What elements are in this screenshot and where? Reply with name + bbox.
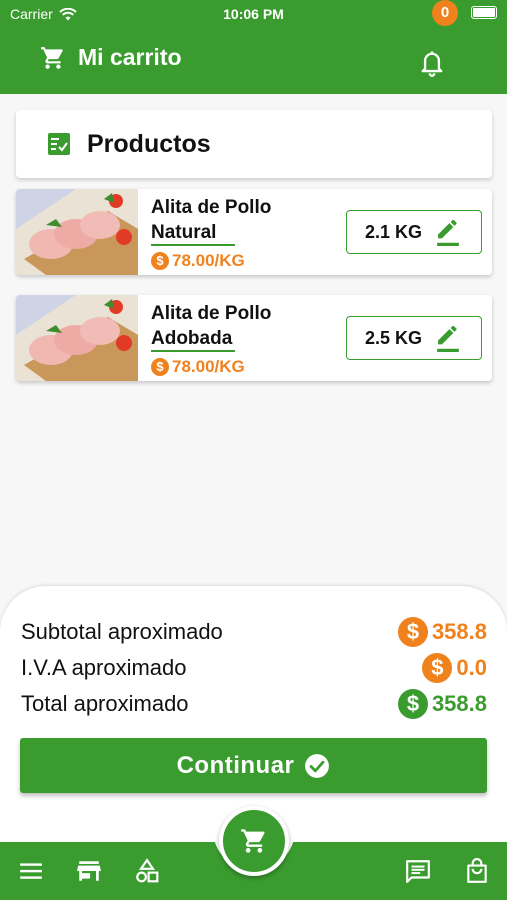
- total-label: Total aproximado: [21, 691, 189, 716]
- continue-button[interactable]: Continuar: [20, 738, 487, 793]
- cart-icon: [41, 46, 63, 69]
- dollar-coin-icon: $: [397, 617, 428, 647]
- app-bar: Mi carrito: [0, 28, 507, 94]
- name-underline: [151, 244, 235, 246]
- quantity-value: 2.5 KG: [365, 327, 423, 348]
- dollar-coin-icon: $: [151, 358, 169, 376]
- product-image: [16, 295, 138, 381]
- bag-icon[interactable]: [464, 858, 490, 884]
- product-card[interactable]: Alita de Pollo Adobada $ 78.00/KG 2.5 KG: [16, 295, 492, 381]
- price-value: 78.00/KG: [172, 357, 245, 376]
- dollar-coin-icon: $: [397, 689, 428, 719]
- pencil-icon: [437, 326, 459, 352]
- chat-icon[interactable]: [405, 858, 431, 884]
- battery-icon: [471, 6, 497, 19]
- cart-fab-button[interactable]: [219, 806, 289, 876]
- total-row: Total aproximado $ 358.8: [21, 688, 487, 720]
- products-header-card: Productos: [16, 110, 492, 178]
- dollar-coin-icon: $: [151, 252, 169, 270]
- product-card[interactable]: Alita de Pollo Natural $ 78.00/KG 2.1 KG: [16, 189, 492, 275]
- iva-value-group: $ 0.0: [422, 653, 487, 683]
- dollar-coin-icon: $: [422, 653, 453, 683]
- notification-badge: 0: [432, 0, 458, 26]
- clock: 10:06 PM: [223, 6, 284, 22]
- menu-icon[interactable]: [18, 858, 44, 884]
- total-value-group: $ 358.8: [397, 689, 487, 719]
- name-underline: [151, 350, 235, 352]
- product-name: Alita de Pollo Natural: [151, 197, 272, 243]
- check-circle-icon: [305, 753, 330, 778]
- bell-icon: [421, 51, 443, 77]
- categories-icon[interactable]: [134, 858, 160, 884]
- subtotal-value-group: $ 358.8: [397, 617, 487, 647]
- checklist-icon: [48, 133, 70, 155]
- continue-label: Continuar: [176, 751, 295, 779]
- notifications-button[interactable]: [418, 48, 446, 78]
- section-title: Productos: [87, 129, 211, 158]
- iva-value: 0.0: [456, 655, 487, 680]
- status-bar: Carrier 10:06 PM: [0, 0, 507, 28]
- page-title: Mi carrito: [78, 44, 182, 70]
- iva-label: I.V.A aproximado: [21, 655, 187, 680]
- quantity-edit-button[interactable]: 2.1 KG: [346, 210, 482, 254]
- total-value: 358.8: [431, 691, 487, 716]
- quantity-value: 2.1 KG: [365, 221, 423, 242]
- quantity-edit-button[interactable]: 2.5 KG: [346, 316, 482, 360]
- app-title-group: Mi carrito: [40, 44, 182, 71]
- pencil-icon: [437, 220, 459, 246]
- subtotal-value: 358.8: [431, 619, 487, 644]
- product-image: [16, 189, 138, 275]
- subtotal-label: Subtotal aproximado: [21, 619, 223, 644]
- price-value: 78.00/KG: [172, 251, 245, 270]
- cart-icon: [241, 829, 265, 853]
- summary-panel: Subtotal aproximado $ 358.8 I.V.A aproxi…: [0, 586, 507, 842]
- subtotal-row: Subtotal aproximado $ 358.8: [21, 616, 487, 648]
- product-price: $ 78.00/KG: [151, 357, 245, 377]
- product-name: Alita de Pollo Adobada: [151, 303, 272, 349]
- store-icon[interactable]: [76, 858, 102, 884]
- iva-row: I.V.A aproximado $ 0.0: [21, 652, 487, 684]
- product-price: $ 78.00/KG: [151, 251, 245, 271]
